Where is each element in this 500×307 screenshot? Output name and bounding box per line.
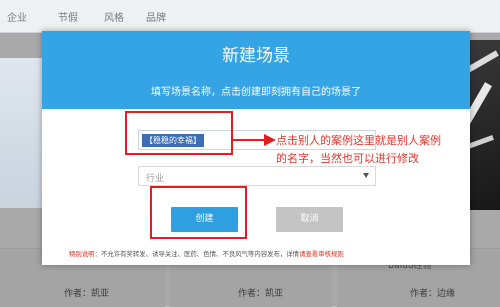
nav-item-style[interactable]: 风格	[104, 9, 124, 24]
background-banner-left	[0, 58, 42, 208]
notice-label: 特别说明	[69, 250, 95, 258]
top-navigation: 企业 节假 风格 品牌	[0, 0, 500, 33]
industry-select[interactable]: 行业	[138, 166, 376, 186]
author-label: 作者：凯亚	[64, 289, 110, 299]
nav-item-enterprise[interactable]: 企业	[7, 9, 27, 24]
dialog-header: 新建场景 填写场景名称，点击创建即刻拥有自己的场景了	[42, 31, 470, 109]
annotation-callout: 点击别人的案例这里就是别人案例 的名字，当然也可以进行修改	[276, 132, 476, 168]
cancel-button[interactable]: 取消	[276, 207, 343, 232]
annotation-line: 的名字，当然也可以进行修改	[276, 152, 419, 165]
arrow-right-icon	[233, 134, 276, 146]
author-label: 作者：凯亚	[238, 289, 284, 299]
dialog-subtitle: 填写场景名称，点击创建即刻拥有自己的场景了	[151, 87, 361, 98]
highlight-box-scene-name	[125, 111, 233, 155]
nav-item-brand[interactable]: 品牌	[146, 9, 166, 24]
chevron-down-icon	[363, 173, 369, 178]
author-label: 作者：边缘	[410, 289, 456, 299]
notice-body: ：不允许有奖转发、诱导关注、医药、色情、不良风气等内容发布，详情	[94, 250, 300, 258]
notice-text: 特别说明：不允许有奖转发、诱导关注、医药、色情、不良风气等内容发布，详情请查看审…	[69, 249, 464, 258]
nav-item-holiday[interactable]: 节假	[58, 9, 78, 24]
annotation-line: 点击别人的案例这里就是别人案例	[276, 134, 441, 147]
review-rules-link[interactable]: 请查看审核规则	[299, 250, 344, 258]
dialog-title: 新建场景	[222, 46, 290, 66]
industry-select-value: 行业	[146, 174, 165, 184]
highlight-box-create-button	[150, 186, 247, 239]
